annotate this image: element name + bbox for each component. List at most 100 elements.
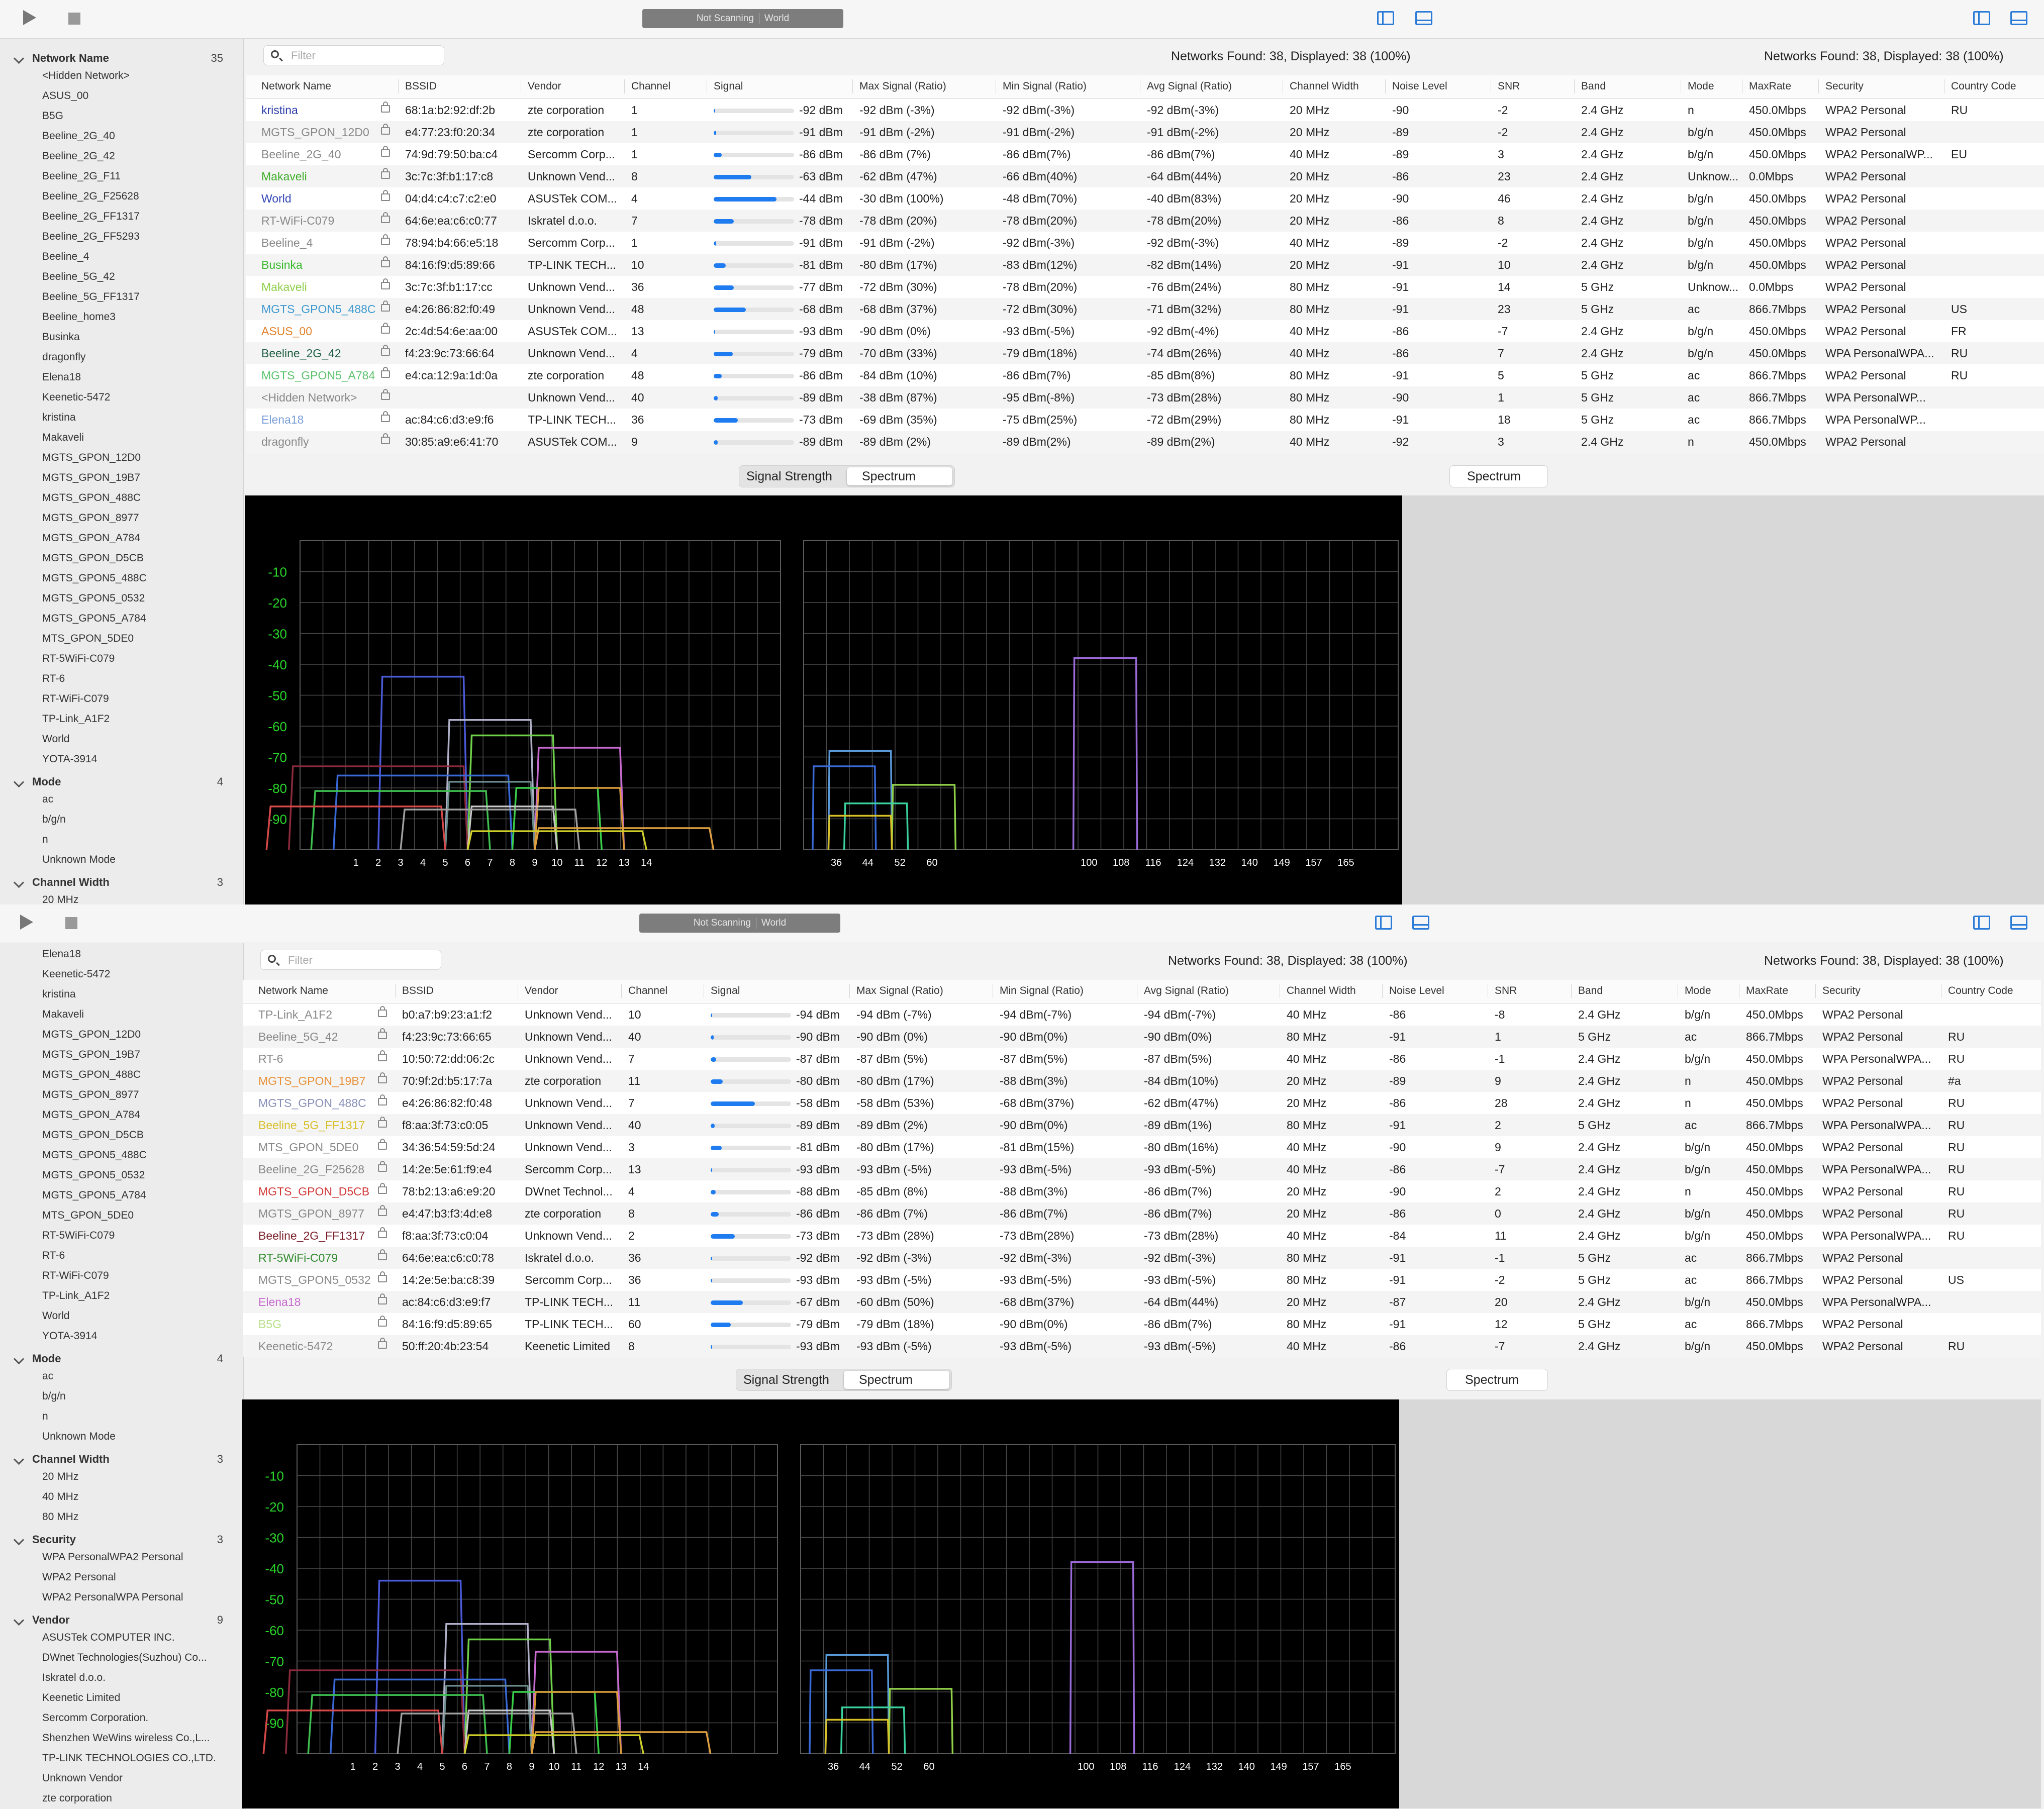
sidebar-section-network-name[interactable]: Network Name 35: [0, 50, 243, 68]
sidebar-item[interactable]: b/g/n: [42, 1390, 66, 1402]
sidebar-section-mode[interactable]: Mode 4: [0, 773, 243, 791]
sidebar-item[interactable]: ASUSTek COMPUTER INC.: [42, 1632, 175, 1644]
sidebar-item[interactable]: Beeline_home3: [42, 311, 116, 323]
column-header[interactable]: Network Name: [261, 80, 331, 92]
column-header[interactable]: Signal: [714, 80, 743, 92]
sidebar-item[interactable]: kristina: [42, 412, 76, 424]
sidebar-item[interactable]: 40 MHz: [42, 1491, 78, 1503]
sidebar-item[interactable]: MTS_GPON_5DE0: [42, 1210, 134, 1222]
sidebar-section-mode[interactable]: Mode 4: [0, 1350, 243, 1368]
sidebar-item[interactable]: MGTS_GPON5_A784: [42, 613, 146, 625]
table-row[interactable]: Makaveli 3c:7c:3f:b1:17:c8 Unknown Vend...…: [246, 165, 2044, 187]
sidebar-item[interactable]: MTS_GPON_5DE0: [42, 633, 134, 645]
sidebar-item[interactable]: Beeline_2G_FF1317: [42, 211, 140, 223]
stop-icon[interactable]: [68, 13, 80, 25]
sidebar-item[interactable]: Beeline_2G_F11: [42, 170, 121, 182]
column-header[interactable]: MaxRate: [1746, 985, 1788, 997]
column-header[interactable]: Channel: [628, 985, 667, 997]
filter-field[interactable]: Filter: [263, 45, 444, 65]
table-row[interactable]: MGTS_GPON_D5CB 78:b2:13:a6:e9:20 DWnet Tec…: [243, 1180, 2041, 1202]
sidebar-item[interactable]: MGTS_GPON_D5CB: [42, 552, 144, 564]
toggle-sidebar-icon[interactable]: [1375, 916, 1392, 930]
sidebar-section-channel-width[interactable]: Channel Width 3: [0, 1451, 243, 1469]
sidebar-item[interactable]: Beeline_2G_F25628: [42, 190, 139, 203]
sidebar-item[interactable]: Beeline_2G_42: [42, 150, 115, 162]
sidebar-item[interactable]: World: [42, 1310, 69, 1322]
sidebar-item[interactable]: Elena18: [42, 948, 81, 960]
sidebar-item[interactable]: Sercomm Corporation.: [42, 1712, 148, 1724]
table-row[interactable]: Beeline_5G_42 f4:23:9c:73:66:65 Unknown Ve…: [243, 1026, 2041, 1048]
sidebar-item[interactable]: Beeline_5G_FF1317: [42, 291, 140, 303]
sidebar-item[interactable]: kristina: [42, 988, 76, 1000]
sidebar-item[interactable]: b/g/n: [42, 814, 66, 826]
sidebar-item[interactable]: MGTS_GPON5_A784: [42, 1189, 146, 1201]
sidebar-item[interactable]: Beeline_2G_FF5293: [42, 231, 140, 243]
chevron-down-icon[interactable]: [13, 776, 25, 788]
sidebar-item[interactable]: MGTS_GPON_19B7: [42, 1049, 140, 1061]
table-row[interactable]: Keenetic-5472 50:ff:20:4b:23:54 Keenetic L…: [243, 1335, 2041, 1357]
toggle-bottom-panel-icon[interactable]: [1412, 916, 1429, 930]
table-row[interactable]: RT-6 10:50:72:dd:06:2c Unknown Vend... 7 -87…: [243, 1048, 2041, 1070]
sidebar-item[interactable]: MGTS_GPON5_0532: [42, 592, 145, 605]
sidebar-item[interactable]: MGTS_GPON_8977: [42, 1089, 139, 1101]
column-header[interactable]: Mode: [1688, 80, 1714, 92]
chevron-down-icon[interactable]: [13, 1353, 25, 1365]
column-header[interactable]: Noise Level: [1389, 985, 1444, 997]
column-header[interactable]: MaxRate: [1749, 80, 1791, 92]
sidebar-item[interactable]: Beeline_4: [42, 251, 89, 263]
sidebar-item[interactable]: MGTS_GPON_8977: [42, 512, 139, 524]
column-header[interactable]: Max Signal (Ratio): [856, 985, 943, 997]
column-header[interactable]: Avg Signal (Ratio): [1147, 80, 1232, 92]
sidebar-item[interactable]: MGTS_GPON_12D0: [42, 452, 141, 464]
column-header[interactable]: Network Name: [258, 985, 328, 997]
toggle-sidebar-icon[interactable]: [1973, 11, 1990, 25]
sidebar-item[interactable]: 20 MHz: [42, 894, 78, 904]
column-header[interactable]: Noise Level: [1392, 80, 1447, 92]
chevron-down-icon[interactable]: [13, 53, 25, 64]
table-row[interactable]: MGTS_GPON5_A784 e4:ca:12:9a:1d:0a zte corp…: [246, 364, 2044, 386]
sidebar-item[interactable]: TP-LINK TECHNOLOGIES CO.,LTD.: [42, 1752, 216, 1764]
sidebar-item[interactable]: n: [42, 1411, 48, 1423]
sidebar-item[interactable]: YOTA-3914: [42, 753, 97, 765]
table-row[interactable]: dragonfly 30:85:a9:e6:41:70 ASUSTek COM...…: [246, 431, 2044, 453]
table-row[interactable]: RT-5WiFi-C079 64:6e:ea:c6:c0:78 Iskratel d…: [243, 1247, 2041, 1269]
column-header[interactable]: Channel Width: [1290, 80, 1359, 92]
tab-signal-strength[interactable]: Signal Strength: [746, 469, 832, 484]
sidebar-item[interactable]: ASUS_00: [42, 90, 88, 102]
column-header[interactable]: Security: [1822, 985, 1861, 997]
table-row[interactable]: World 04:d4:c4:c7:c2:e0 ASUSTek COM... 4 -44…: [246, 187, 2044, 210]
sidebar-item[interactable]: RT-6: [42, 1250, 65, 1262]
sidebar-item[interactable]: Unknown Mode: [42, 854, 116, 866]
filter-input[interactable]: Filter: [291, 49, 316, 62]
table-row[interactable]: ASUS_00 2c:4d:54:6e:aa:00 ASUSTek COM... 13…: [246, 320, 2044, 342]
sidebar-item[interactable]: TP-Link_A1F2: [42, 713, 110, 725]
sidebar-item[interactable]: B5G: [42, 110, 63, 122]
sidebar-item[interactable]: MGTS_GPON_D5CB: [42, 1129, 144, 1141]
chevron-down-icon[interactable]: [13, 1454, 25, 1465]
table-row[interactable]: TP-Link_A1F2 b0:a7:b9:23:a1:f2 Unknown Ven…: [243, 1003, 2041, 1026]
table-row[interactable]: MGTS_GPON_19B7 70:9f:2d:b5:17:7a zte corpo…: [243, 1070, 2041, 1092]
table-row[interactable]: MGTS_GPON_8977 e4:47:b3:f3:4d:e8 zte corpo…: [243, 1202, 2041, 1225]
sidebar-item[interactable]: MGTS_GPON_488C: [42, 492, 141, 504]
sidebar-section-channel-width[interactable]: Channel Width 3: [0, 874, 243, 892]
column-header[interactable]: Vendor: [528, 80, 561, 92]
table-row[interactable]: B5G 84:16:f9:d5:89:65 TP-LINK TECH... 60 -79…: [243, 1313, 2041, 1335]
column-header[interactable]: Min Signal (Ratio): [1003, 80, 1087, 92]
column-header[interactable]: Channel Width: [1287, 985, 1356, 997]
table-row[interactable]: Beeline_2G_42 f4:23:9c:73:66:64 Unknown Ve…: [246, 342, 2044, 364]
sidebar-item[interactable]: Beeline_5G_42: [42, 271, 115, 283]
sidebar-item[interactable]: Unknown Mode: [42, 1431, 116, 1443]
sidebar-item[interactable]: Keenetic-5472: [42, 968, 110, 980]
table-row[interactable]: <Hidden Network> Unknown Vend... 40 -89 dBm…: [246, 386, 2044, 409]
table-row[interactable]: Beeline_2G_F25628 14:2e:5e:61:f9:e4 Sercom…: [243, 1158, 2041, 1180]
sidebar-item[interactable]: dragonfly: [42, 351, 85, 363]
column-header[interactable]: Band: [1578, 985, 1603, 997]
column-header[interactable]: Security: [1825, 80, 1864, 92]
sidebar-item[interactable]: 20 MHz: [42, 1471, 78, 1483]
play-icon[interactable]: [20, 915, 33, 930]
sidebar-item[interactable]: n: [42, 834, 48, 846]
play-icon[interactable]: [23, 10, 36, 25]
sidebar-item[interactable]: Unknown Vendor: [42, 1772, 123, 1784]
toggle-sidebar-icon[interactable]: [1973, 916, 1990, 930]
sidebar-item[interactable]: Beeline_2G_40: [42, 130, 115, 142]
